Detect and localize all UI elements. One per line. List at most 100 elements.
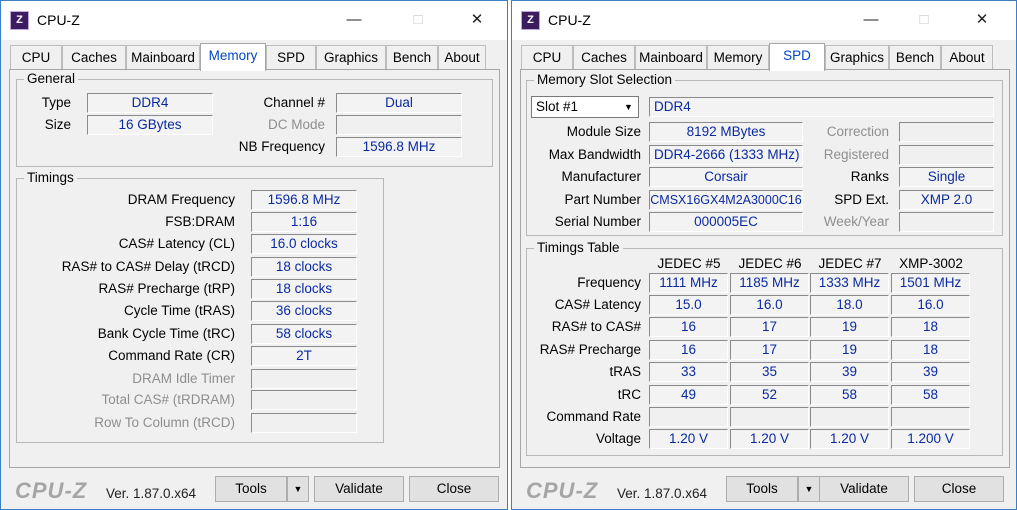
tab-graphics[interactable]: Graphics: [316, 45, 386, 70]
part-number-label: Part Number: [564, 192, 641, 207]
timings-row-label: tRC: [617, 387, 641, 402]
timings-cell: 52: [730, 385, 809, 405]
timings-row-label: CAS# Latency: [554, 297, 641, 312]
maximize-icon: □: [919, 11, 929, 28]
nb-frequency-value: 1596.8 MHz: [336, 137, 462, 157]
timing-label: Total CAS# (tRDRAM): [101, 392, 235, 407]
tab-bench[interactable]: Bench: [889, 45, 941, 70]
timings-cell: 49: [649, 385, 728, 405]
tab-cpu[interactable]: CPU: [521, 45, 573, 70]
tab-about[interactable]: About: [941, 45, 993, 70]
version-text: Ver. 1.87.0.x64: [106, 486, 197, 501]
timings-cell: 16.0: [730, 295, 809, 315]
tab-about[interactable]: About: [438, 45, 486, 70]
cpu-z-app-icon: Z: [521, 11, 540, 30]
tools-button[interactable]: Tools: [726, 476, 798, 502]
timings-cell: 1501 MHz: [891, 273, 970, 293]
timings-cell: 1185 MHz: [730, 273, 809, 293]
close-button[interactable]: Close: [409, 476, 499, 502]
close-button[interactable]: Close: [914, 476, 1004, 502]
registered-value: [899, 145, 994, 165]
validate-button[interactable]: Validate: [314, 476, 404, 502]
tab-memory[interactable]: Memory: [707, 45, 769, 70]
nb-frequency-label: NB Frequency: [238, 139, 325, 154]
timings-column-header: JEDEC #7: [818, 256, 882, 271]
timings-cell: 33: [649, 362, 728, 382]
timings-cell: 1.20 V: [649, 429, 728, 449]
part-number-value: CMSX16GX4M2A3000C16: [649, 190, 803, 210]
correction-label: Correction: [826, 124, 889, 139]
timing-label: RAS# to CAS# Delay (tRCD): [61, 259, 235, 274]
timings-cell: 16: [649, 340, 728, 360]
timing-value: 18 clocks: [251, 279, 357, 299]
tools-button[interactable]: Tools: [215, 476, 287, 502]
close-icon[interactable]: ✕: [462, 8, 492, 32]
validate-button[interactable]: Validate: [819, 476, 909, 502]
timings-row-label: Frequency: [577, 275, 641, 290]
general-group: General Type DDR4 Size 16 GBytes Channel…: [16, 71, 493, 167]
title-bar[interactable]: Z CPU-Z — □ ✕: [512, 1, 1016, 40]
tab-caches[interactable]: Caches: [573, 45, 635, 70]
footer-bar: CPU-Z Ver. 1.87.0.x64 Tools ▼ Validate C…: [512, 471, 1016, 510]
week-year-value: [899, 212, 994, 232]
timings-table-title: Timings Table: [534, 240, 623, 256]
manufacturer-label: Manufacturer: [561, 169, 641, 184]
dropdown-arrow-icon[interactable]: ▼: [287, 476, 309, 502]
timing-value: 36 clocks: [251, 301, 357, 321]
size-value: 16 GBytes: [87, 115, 213, 135]
timings-cell: 16.0: [891, 295, 970, 315]
slot-select[interactable]: Slot #1 ▼: [531, 96, 639, 118]
timings-cell: [730, 407, 809, 427]
timings-row-label: Voltage: [595, 431, 641, 446]
timings-cell: 17: [730, 317, 809, 337]
timing-value: 16.0 clocks: [251, 234, 357, 254]
timing-label: Bank Cycle Time (tRC): [97, 326, 235, 341]
timing-value: 18 clocks: [251, 257, 357, 277]
timings-cell: 1333 MHz: [810, 273, 889, 293]
timings-row-label: tRAS: [609, 364, 641, 379]
timings-cell: 35: [730, 362, 809, 382]
tab-caches[interactable]: Caches: [62, 45, 126, 70]
timings-row-label: RAS# Precharge: [539, 342, 641, 357]
tab-mainboard[interactable]: Mainboard: [126, 45, 200, 70]
timings-cell: 1.200 V: [891, 429, 970, 449]
tab-bench[interactable]: Bench: [386, 45, 438, 70]
type-label: Type: [41, 95, 71, 110]
timings-cell: 58: [891, 385, 970, 405]
tab-spd[interactable]: SPD: [769, 43, 825, 71]
minimize-icon[interactable]: —: [339, 8, 369, 32]
timing-label: DRAM Frequency: [127, 192, 235, 207]
memory-slot-group-title: Memory Slot Selection: [534, 72, 676, 88]
timing-value: 58 clocks: [251, 324, 357, 344]
timings-row-label: RAS# to CAS#: [551, 319, 641, 334]
spd-ext-label: SPD Ext.: [834, 192, 889, 207]
ranks-label: Ranks: [850, 169, 889, 184]
manufacturer-value: Corsair: [649, 167, 803, 187]
memory-page: General Type DDR4 Size 16 GBytes Channel…: [9, 69, 500, 468]
minimize-icon[interactable]: —: [856, 8, 886, 32]
timings-cell: 15.0: [649, 295, 728, 315]
dropdown-arrow-icon[interactable]: ▼: [798, 476, 820, 502]
cpu-z-app-icon: Z: [10, 11, 29, 30]
tab-graphics[interactable]: Graphics: [825, 45, 889, 70]
title-bar[interactable]: Z CPU-Z — □ ✕: [1, 1, 507, 40]
tab-spd[interactable]: SPD: [266, 45, 316, 70]
registered-label: Registered: [823, 147, 889, 162]
tab-memory[interactable]: Memory: [200, 43, 266, 71]
timings-cell: 1111 MHz: [649, 273, 728, 293]
dropdown-arrow-icon[interactable]: ▼: [620, 98, 637, 116]
timings-cell: 18: [891, 340, 970, 360]
cpuz-brand-logo: CPU-Z: [526, 478, 599, 503]
timings-cell: 16: [649, 317, 728, 337]
dcmode-value: [336, 115, 462, 135]
close-icon[interactable]: ✕: [967, 8, 997, 32]
timing-label: RAS# Precharge (tRP): [98, 281, 235, 296]
timings-cell: 1.20 V: [810, 429, 889, 449]
tab-mainboard[interactable]: Mainboard: [635, 45, 707, 70]
type-value: DDR4: [87, 93, 213, 113]
timings-table-group: Timings Table JEDEC #5 JEDEC #6 JEDEC #7…: [526, 240, 1003, 456]
tab-cpu[interactable]: CPU: [10, 45, 62, 70]
window-title: CPU-Z: [548, 12, 591, 28]
version-text: Ver. 1.87.0.x64: [617, 486, 708, 501]
cpuz-window-spd: Z CPU-Z — □ ✕ CPU Caches Mainboard Memor…: [511, 0, 1017, 510]
